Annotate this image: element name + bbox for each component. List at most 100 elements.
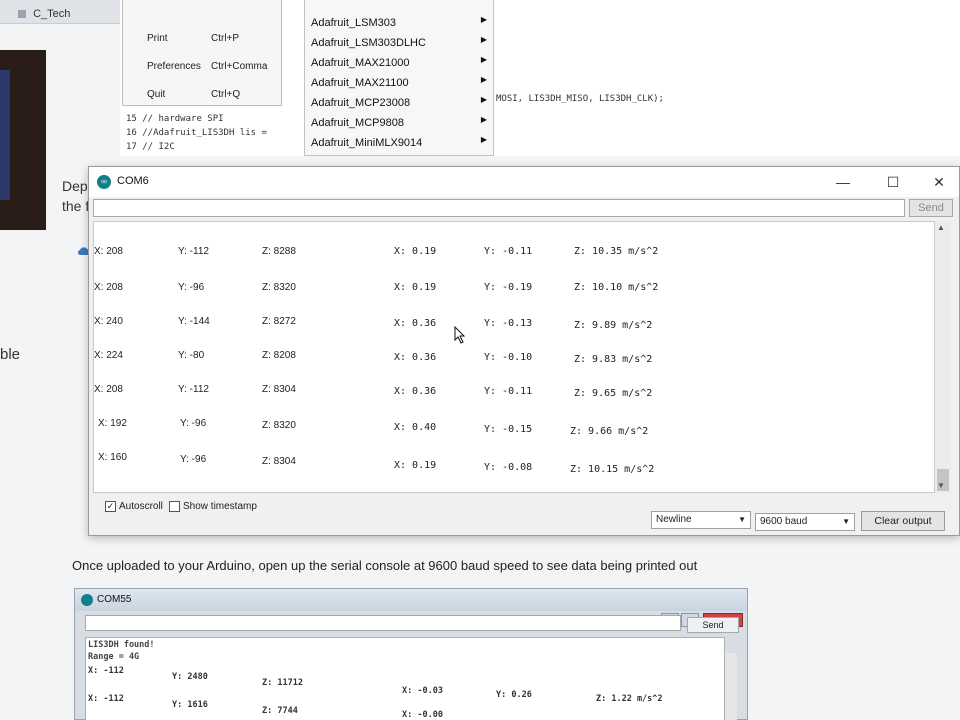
library-item[interactable]: Adafruit_MCP9808 [311, 117, 404, 129]
raw-x-value: X: 208 [94, 384, 123, 395]
baud-rate-value: 9600 baud [760, 516, 808, 527]
raw-z-value: Z: 8320 [262, 420, 296, 431]
c55-cell: X: -112 [88, 694, 124, 704]
maximize-icon[interactable]: ☐ [879, 171, 907, 193]
com55-scrollbar [725, 653, 737, 720]
menu-item-label: Preferences [147, 61, 201, 72]
submenu-arrow-icon: ▶ [480, 135, 487, 144]
accel-y-value: Y: -0.11 [484, 246, 533, 257]
menu-item-preferences[interactable]: Preferences Ctrl+Comma [123, 53, 283, 79]
accel-z-value: Z: 9.89 m/s^2 [574, 320, 653, 331]
serial-monitor-footer: ✓ Autoscroll Show timestamp Newline ▼ 96… [89, 497, 959, 535]
submenu-arrow-icon: ▶ [480, 95, 487, 104]
menu-item-print[interactable]: Print Ctrl+P [123, 25, 283, 51]
accel-x-value: X: 0.40 [394, 422, 437, 433]
accel-z-value: Z: 9.83 m/s^2 [574, 354, 653, 365]
library-item[interactable]: Adafruit_LSM303 [311, 17, 396, 29]
raw-y-value: Y: -96 [180, 454, 207, 465]
accel-z-value: Z: 10.15 m/s^2 [570, 464, 655, 475]
minimize-icon[interactable]: — [829, 171, 857, 193]
clear-output-button[interactable]: Clear output [861, 511, 945, 531]
output-scrollbar[interactable]: ▲ ▼ [935, 221, 951, 493]
raw-y-value: Y: -96 [178, 282, 205, 293]
article-paragraph: Once uploaded to your Arduino, open up t… [72, 558, 698, 573]
submenu-arrow-icon: ▶ [480, 115, 487, 124]
library-item[interactable]: Adafruit_MCP23008 [311, 97, 410, 109]
raw-x-value: X: 160 [98, 452, 127, 463]
raw-x-value: X: 208 [94, 282, 123, 293]
arduino-logo-icon: ∞ [97, 175, 111, 189]
library-item[interactable]: Adafruit_MiniMLX9014 [311, 137, 422, 149]
show-timestamp-checkbox[interactable]: Show timestamp [169, 501, 257, 512]
raw-x-value: X: 208 [94, 246, 123, 257]
com55-titlebar: COM55 [75, 589, 747, 611]
accel-y-value: Y: -0.11 [484, 386, 533, 397]
mouse-cursor-icon [454, 326, 466, 344]
com55-screenshot: COM55 – □ x Send LIS3DH found! Range = 4… [74, 588, 748, 720]
arduino-ide-window: Print Ctrl+P Preferences Ctrl+Comma Quit… [120, 0, 960, 156]
accel-z-value: Z: 10.10 m/s^2 [574, 282, 659, 293]
accel-x-value: X: 0.36 [394, 318, 437, 329]
c55-cell: Y: 0.26 [496, 690, 532, 700]
line-ending-select[interactable]: Newline ▼ [651, 511, 751, 529]
found-line: LIS3DH found! [88, 640, 155, 650]
page-text-fragment: Dep [62, 178, 88, 194]
submenu-arrow-icon: ▶ [480, 55, 487, 64]
code-line: 15 // hardware SPI [126, 114, 224, 124]
raw-y-value: Y: -112 [178, 384, 209, 395]
raw-z-value: Z: 8304 [262, 456, 296, 467]
raw-z-value: Z: 8208 [262, 350, 296, 361]
tab-favicon-icon [18, 10, 26, 19]
accel-y-value: Y: -0.15 [484, 424, 533, 435]
c55-cell: X: -112 [88, 666, 124, 676]
scroll-up-icon[interactable]: ▲ [937, 223, 945, 232]
library-item[interactable]: Adafruit_MAX21100 [311, 77, 409, 89]
checkbox-checked-icon: ✓ [105, 501, 116, 512]
menu-item-label: Quit [147, 89, 166, 100]
autoscroll-label: Autoscroll [119, 501, 163, 512]
c55-cell: Z: 7744 [262, 706, 298, 716]
menu-item-shortcut: Ctrl+Q [211, 89, 241, 100]
chevron-down-icon: ▼ [842, 517, 850, 526]
menu-item-quit[interactable]: Quit Ctrl+Q [123, 81, 283, 107]
library-submenu: Adafruit_LSM303 Adafruit_LSM303DLHC Adaf… [304, 0, 494, 156]
serial-monitor-window: ∞ COM6 — ☐ ✕ Send X: 208 Y: -112 Z: 8288… [88, 166, 960, 536]
submenu-arrow-icon: ▶ [480, 35, 487, 44]
com55-send-input [85, 615, 681, 631]
code-line: MOSI, LIS3DH_MISO, LIS3DH_CLK); [496, 94, 664, 104]
article-photo [0, 50, 46, 230]
raw-z-value: Z: 8288 [262, 246, 296, 257]
accel-y-value: Y: -0.19 [484, 282, 533, 293]
menu-item-shortcut: Ctrl+Comma [211, 61, 268, 72]
serial-output[interactable]: X: 208 Y: -112 Z: 8288 X: 0.19 Y: -0.11 … [93, 221, 935, 493]
accel-y-value: Y: -0.10 [484, 352, 533, 363]
autoscroll-checkbox[interactable]: ✓ Autoscroll [105, 501, 163, 512]
submenu-arrow-icon: ▶ [480, 15, 487, 24]
checkbox-unchecked-icon [169, 501, 180, 512]
raw-y-value: Y: -80 [178, 350, 205, 361]
raw-x-value: X: 192 [98, 418, 127, 429]
browser-tab[interactable]: C_Tech [8, 4, 80, 24]
browser-tab-label: C_Tech [33, 8, 71, 20]
serial-send-input[interactable] [93, 199, 905, 217]
raw-y-value: Y: -144 [178, 316, 210, 327]
accel-y-value: Y: -0.08 [484, 462, 533, 473]
com55-title: COM55 [97, 594, 132, 605]
library-item[interactable]: Adafruit_MAX21000 [311, 57, 409, 69]
show-timestamp-label: Show timestamp [183, 501, 257, 512]
submenu-arrow-icon: ▶ [480, 75, 487, 84]
baud-rate-select[interactable]: 9600 baud ▼ [755, 513, 855, 531]
raw-x-value: X: 224 [94, 350, 123, 361]
raw-z-value: Z: 8304 [262, 384, 296, 395]
close-icon[interactable]: ✕ [925, 171, 953, 193]
raw-y-value: Y: -112 [178, 246, 209, 257]
com55-output: LIS3DH found! Range = 4G X: -112 Y: 2480… [85, 637, 725, 720]
scroll-down-icon[interactable]: ▼ [937, 481, 945, 490]
raw-y-value: Y: -96 [180, 418, 207, 429]
library-item[interactable]: Adafruit_LSM303DLHC [311, 37, 426, 49]
accel-z-value: Z: 9.66 m/s^2 [570, 426, 649, 437]
line-ending-value: Newline [656, 514, 692, 525]
code-line: 16 //Adafruit_LIS3DH lis = [126, 128, 267, 138]
send-button[interactable]: Send [909, 199, 953, 217]
code-line: 17 // I2C [126, 142, 175, 152]
